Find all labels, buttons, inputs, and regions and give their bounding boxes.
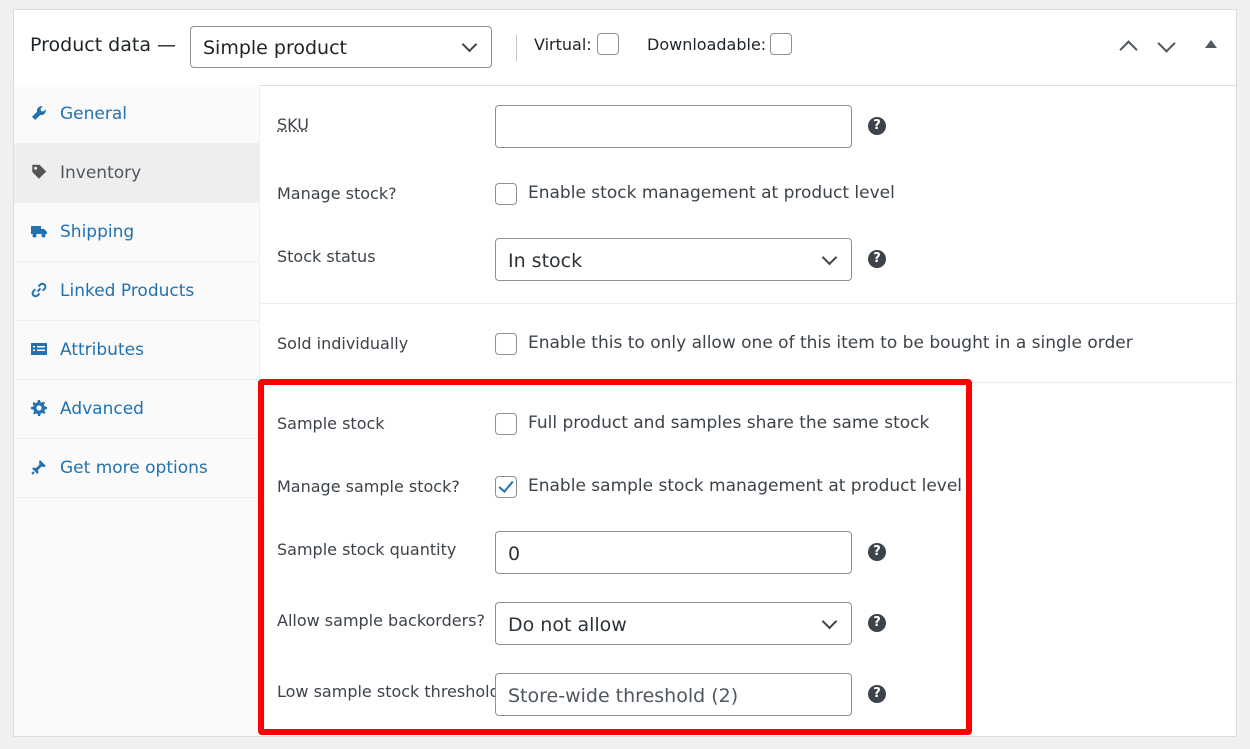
product-type-value: Simple product xyxy=(203,37,347,59)
allow-sample-backorders-label: Allow sample backorders? xyxy=(277,611,485,630)
sample-stock-label: Sample stock xyxy=(277,414,385,433)
link-icon xyxy=(31,282,47,298)
section-divider xyxy=(260,303,1236,304)
toggle-triangle-icon[interactable] xyxy=(1205,40,1217,48)
allow-sample-backorders-select[interactable]: Do not allow xyxy=(495,602,852,645)
product-type-select[interactable]: Simple product xyxy=(190,26,492,68)
tab-get-more-options[interactable]: Get more options xyxy=(14,439,259,498)
tab-inventory[interactable]: Inventory xyxy=(14,144,259,203)
chevron-up-icon[interactable] xyxy=(1119,40,1138,59)
tab-label: Shipping xyxy=(60,222,135,242)
tab-label: General xyxy=(60,104,127,124)
help-icon[interactable]: ? xyxy=(868,685,886,703)
manage-stock-label: Manage stock? xyxy=(277,184,397,203)
inventory-panel: SKU ? Manage stock? Enable stock managem… xyxy=(260,85,1236,736)
low-sample-stock-threshold-placeholder: Store-wide threshold (2) xyxy=(508,685,739,707)
tag-icon xyxy=(32,164,47,179)
stock-status-select[interactable]: In stock xyxy=(495,238,852,281)
manage-stock-text: Enable stock management at product level xyxy=(528,183,895,203)
manage-sample-stock-label: Manage sample stock? xyxy=(277,477,460,496)
low-sample-stock-threshold-input[interactable]: Store-wide threshold (2) xyxy=(495,673,852,716)
chevron-down-icon xyxy=(821,613,838,630)
help-icon[interactable]: ? xyxy=(868,117,886,135)
truck-icon xyxy=(31,226,47,238)
wrench-icon xyxy=(32,106,46,120)
sample-stock-quantity-value: 0 xyxy=(508,543,521,565)
tab-label: Attributes xyxy=(60,340,144,360)
tab-linked-products[interactable]: Linked Products xyxy=(14,262,259,321)
sample-stock-text: Full product and samples share the same … xyxy=(528,413,930,433)
downloadable-label: Downloadable: xyxy=(647,35,767,54)
sold-individually-checkbox[interactable] xyxy=(495,333,517,355)
sample-stock-quantity-input[interactable]: 0 xyxy=(495,531,852,574)
help-icon[interactable]: ? xyxy=(868,543,886,561)
tab-label: Linked Products xyxy=(60,281,195,301)
virtual-label: Virtual: xyxy=(534,35,592,54)
virtual-checkbox[interactable] xyxy=(597,33,619,55)
sku-input[interactable] xyxy=(495,105,852,148)
low-sample-stock-threshold-label: Low sample stock threshold xyxy=(277,682,500,701)
tab-label: Advanced xyxy=(60,399,144,419)
stock-status-label: Stock status xyxy=(277,247,376,266)
plugin-icon xyxy=(31,460,46,475)
stock-status-value: In stock xyxy=(508,250,583,272)
sample-stock-checkbox[interactable] xyxy=(495,413,517,435)
help-icon[interactable]: ? xyxy=(868,250,886,268)
header-divider xyxy=(516,35,517,61)
section-divider xyxy=(260,382,1236,383)
tab-shipping[interactable]: Shipping xyxy=(14,203,259,262)
chevron-down-icon[interactable] xyxy=(1157,34,1176,53)
sold-individually-label: Sold individually xyxy=(277,334,409,353)
manage-stock-checkbox[interactable] xyxy=(495,183,517,205)
product-data-title: Product data — xyxy=(30,34,177,56)
tab-general[interactable]: General xyxy=(14,85,259,144)
sku-label: SKU xyxy=(277,115,309,134)
tab-attributes[interactable]: Attributes xyxy=(14,321,259,380)
allow-sample-backorders-value: Do not allow xyxy=(508,614,627,636)
product-data-panel: Product data — Simple product Virtual: D… xyxy=(13,9,1237,737)
chevron-down-icon xyxy=(461,36,478,53)
tab-label: Inventory xyxy=(60,163,142,183)
help-icon[interactable]: ? xyxy=(868,614,886,632)
list-icon xyxy=(31,343,47,355)
downloadable-checkbox[interactable] xyxy=(770,33,792,55)
sample-stock-quantity-label: Sample stock quantity xyxy=(277,540,457,559)
product-data-tabs: General Inventory Shipping Linked Produc… xyxy=(14,85,260,736)
manage-sample-stock-text: Enable sample stock management at produc… xyxy=(528,476,963,496)
tab-label: Get more options xyxy=(60,458,208,478)
chevron-down-icon xyxy=(821,249,838,266)
product-data-header: Product data — Simple product Virtual: D… xyxy=(14,10,1236,86)
gear-icon xyxy=(31,400,47,416)
sold-individually-text: Enable this to only allow one of this it… xyxy=(528,333,1133,353)
manage-sample-stock-checkbox[interactable] xyxy=(495,476,517,498)
tab-advanced[interactable]: Advanced xyxy=(14,380,259,439)
